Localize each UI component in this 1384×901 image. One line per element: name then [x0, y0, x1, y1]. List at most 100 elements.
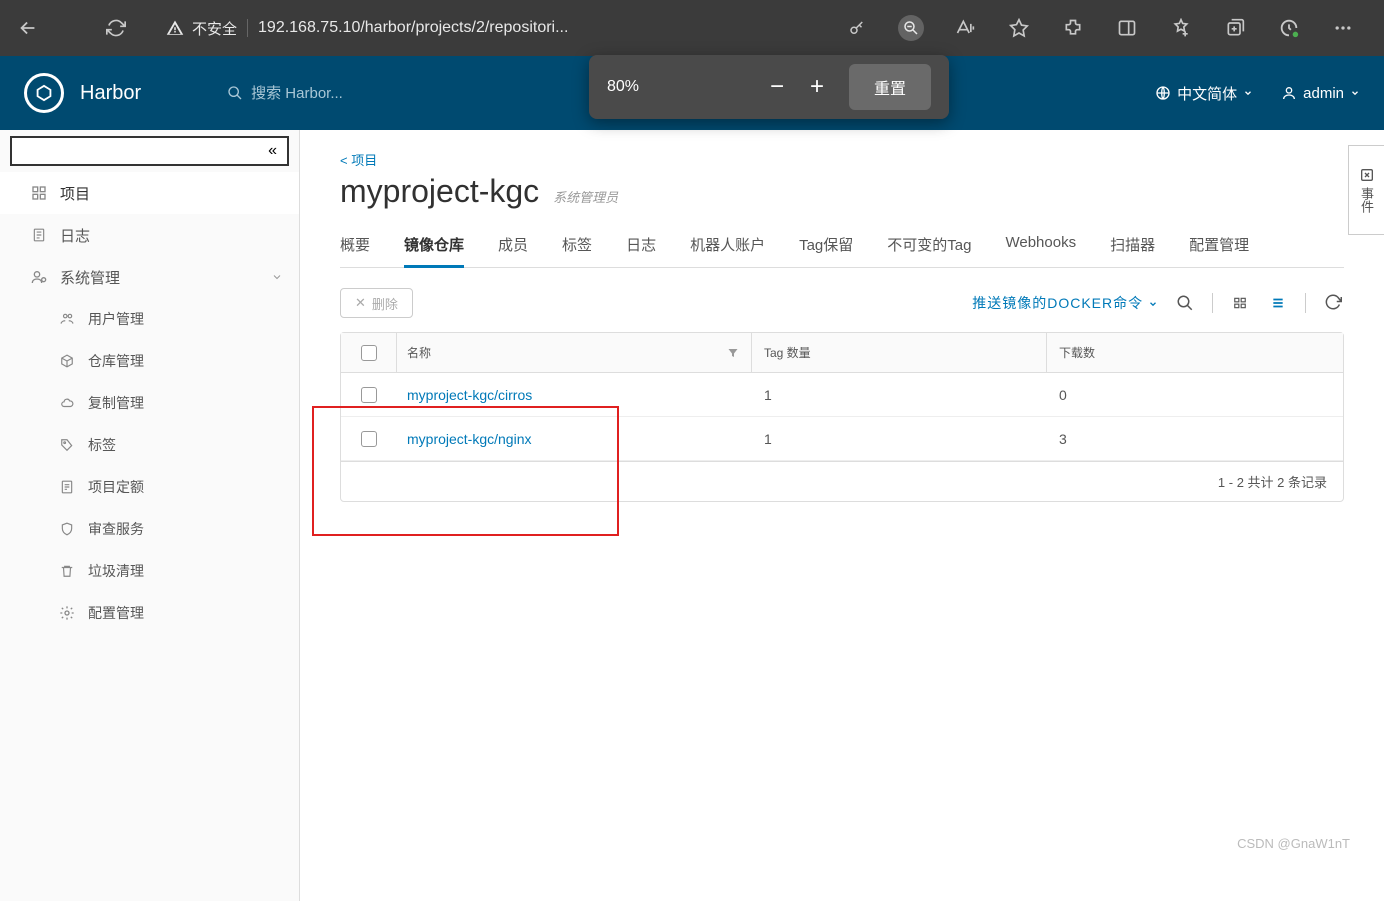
- repo-name-link[interactable]: myproject-kgc/nginx: [397, 431, 752, 447]
- sidebar-item-gc[interactable]: 垃圾清理: [0, 550, 299, 592]
- tab-webhooks[interactable]: Webhooks: [1005, 224, 1076, 267]
- language-selector[interactable]: 中文简体: [1155, 83, 1253, 104]
- sidebar-item-sysadmin[interactable]: 系统管理: [0, 256, 299, 298]
- view-grid-icon[interactable]: [1229, 292, 1251, 314]
- event-side-tab[interactable]: 事件: [1348, 145, 1384, 235]
- refresh-icon[interactable]: [1322, 292, 1344, 314]
- zoom-icon[interactable]: [898, 15, 924, 41]
- table-search-icon[interactable]: [1174, 292, 1196, 314]
- separator: [1305, 293, 1306, 313]
- sidebar-item-quota[interactable]: 项目定额: [0, 466, 299, 508]
- performance-icon[interactable]: [1276, 15, 1302, 41]
- security-warning-text: 不安全: [192, 18, 237, 39]
- search-input[interactable]: [251, 85, 471, 102]
- sidebar-item-config[interactable]: 配置管理: [0, 592, 299, 634]
- delete-button[interactable]: ✕ 删除: [340, 288, 413, 318]
- sidebar-item-user-mgmt[interactable]: 用户管理: [0, 298, 299, 340]
- project-title-row: myproject-kgc 系统管理员: [340, 173, 1344, 210]
- tab-immutable[interactable]: 不可变的Tag: [887, 224, 971, 267]
- gear-icon: [58, 605, 76, 621]
- sidebar-icon[interactable]: [1114, 15, 1140, 41]
- repo-tags: 1: [752, 387, 1047, 403]
- header-tags[interactable]: Tag 数量: [752, 333, 1047, 372]
- tab-members[interactable]: 成员: [498, 224, 528, 267]
- zoom-percentage: 80%: [607, 78, 757, 96]
- projects-icon: [30, 185, 48, 201]
- shield-icon: [58, 521, 76, 537]
- breadcrumb-back[interactable]: < 项目: [340, 150, 1344, 169]
- project-name: myproject-kgc: [340, 173, 539, 210]
- tab-tag-retain[interactable]: Tag保留: [799, 224, 853, 267]
- sidebar-label: 用户管理: [88, 309, 144, 329]
- tab-scanners[interactable]: 扫描器: [1110, 224, 1155, 267]
- push-command-link[interactable]: 推送镜像的DOCKER命令: [972, 293, 1158, 313]
- sysadmin-icon: [30, 269, 48, 285]
- sidebar-label: 配置管理: [88, 603, 144, 623]
- read-aloud-icon[interactable]: [952, 15, 978, 41]
- sidebar-label: 仓库管理: [88, 351, 144, 371]
- tab-robots[interactable]: 机器人账户: [690, 224, 765, 267]
- repo-tags: 1: [752, 431, 1047, 447]
- view-list-icon[interactable]: [1267, 292, 1289, 314]
- refresh-button[interactable]: [98, 10, 134, 46]
- zoom-out-button[interactable]: −: [757, 73, 797, 101]
- filter-icon[interactable]: [727, 347, 751, 359]
- close-icon: ✕: [355, 295, 366, 311]
- search-wrap: [227, 85, 471, 102]
- sidebar-label: 标签: [88, 435, 116, 455]
- collections-icon[interactable]: [1222, 15, 1248, 41]
- sidebar-collapse-button[interactable]: «: [10, 136, 289, 166]
- repo-name-link[interactable]: myproject-kgc/cirros: [397, 387, 752, 403]
- more-icon[interactable]: [1330, 15, 1356, 41]
- sidebar-label: 日志: [60, 225, 90, 246]
- zoom-overlay: 80% − + 重置: [589, 55, 949, 119]
- sidebar-label: 复制管理: [88, 393, 144, 413]
- header-checkbox-cell: [341, 333, 397, 372]
- row-checkbox[interactable]: [361, 431, 377, 447]
- sidebar-item-audit[interactable]: 审查服务: [0, 508, 299, 550]
- user-menu[interactable]: admin: [1281, 85, 1360, 102]
- tab-config[interactable]: 配置管理: [1189, 224, 1249, 267]
- zoom-reset-button[interactable]: 重置: [849, 64, 931, 110]
- repo-downloads: 0: [1047, 387, 1343, 403]
- cube-icon: [58, 353, 76, 369]
- sidebar-item-repo-mgmt[interactable]: 仓库管理: [0, 340, 299, 382]
- select-all-checkbox[interactable]: [361, 345, 377, 361]
- cloud-icon: [58, 396, 76, 410]
- tag-icon: [58, 438, 76, 452]
- sidebar-label: 垃圾清理: [88, 561, 144, 581]
- main-content: < 项目 myproject-kgc 系统管理员 概要 镜像仓库 成员 标签 日…: [300, 130, 1384, 901]
- browser-chrome: 不安全 192.168.75.10/harbor/projects/2/repo…: [0, 0, 1384, 56]
- zoom-in-button[interactable]: +: [797, 73, 837, 101]
- row-checkbox[interactable]: [361, 387, 377, 403]
- key-icon[interactable]: [844, 15, 870, 41]
- tab-labels[interactable]: 标签: [562, 224, 592, 267]
- tab-logs[interactable]: 日志: [626, 224, 656, 267]
- header-name[interactable]: 名称: [397, 333, 752, 372]
- table-footer: 1 - 2 共计 2 条记录: [341, 461, 1343, 501]
- table-row: myproject-kgc/cirros 1 0: [341, 373, 1343, 417]
- search-icon: [227, 85, 243, 101]
- sidebar: « 项目 日志 系统管理 用户管理 仓库管理 复制管理 标签: [0, 130, 300, 901]
- sidebar-label: 系统管理: [60, 267, 120, 288]
- table-header: 名称 Tag 数量 下载数: [341, 333, 1343, 373]
- url-bar[interactable]: 不安全 192.168.75.10/harbor/projects/2/repo…: [166, 18, 568, 39]
- favorite-icon[interactable]: [1006, 15, 1032, 41]
- user-label: admin: [1303, 85, 1344, 102]
- sidebar-item-logs[interactable]: 日志: [0, 214, 299, 256]
- tab-repos[interactable]: 镜像仓库: [404, 224, 464, 268]
- project-role: 系统管理员: [553, 187, 618, 206]
- sidebar-item-repl-mgmt[interactable]: 复制管理: [0, 382, 299, 424]
- back-button[interactable]: [10, 10, 46, 46]
- extensions-icon[interactable]: [1060, 15, 1086, 41]
- header-downloads[interactable]: 下载数: [1047, 333, 1343, 372]
- sidebar-item-labels[interactable]: 标签: [0, 424, 299, 466]
- favorites-bar-icon[interactable]: [1168, 15, 1194, 41]
- trash-icon: [58, 563, 76, 579]
- table-row: myproject-kgc/nginx 1 3: [341, 417, 1343, 461]
- separator: [1212, 293, 1213, 313]
- tab-summary[interactable]: 概要: [340, 224, 370, 267]
- sidebar-item-projects[interactable]: 项目: [0, 172, 299, 214]
- row-checkbox-cell: [341, 373, 397, 416]
- harbor-logo: [24, 73, 64, 113]
